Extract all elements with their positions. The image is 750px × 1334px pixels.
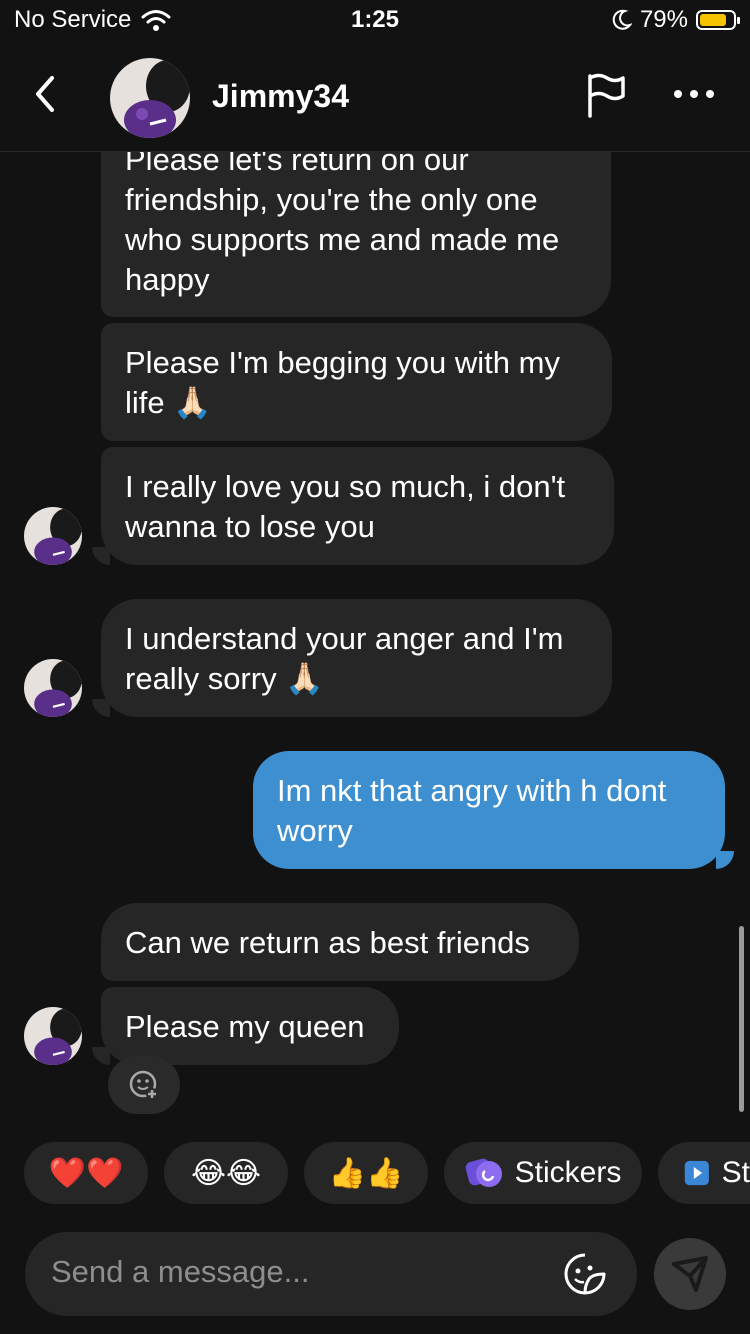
stickers-label: Stickers bbox=[514, 1156, 622, 1189]
message-bubble[interactable]: Please my queen bbox=[101, 987, 399, 1065]
sticker-icon[interactable] bbox=[563, 1252, 607, 1296]
message-text: Im nkt that angry with h dont worry bbox=[277, 773, 667, 848]
message-line: happy bbox=[125, 262, 210, 297]
quick-reaction-laugh[interactable]: 😂😂 bbox=[164, 1142, 288, 1204]
quick-action-label: St bbox=[721, 1156, 750, 1189]
sender-avatar[interactable] bbox=[24, 507, 82, 565]
stickers-button[interactable]: Stickers bbox=[444, 1142, 642, 1204]
more-options-icon[interactable] bbox=[673, 84, 715, 104]
message-text: Please my queen bbox=[125, 1009, 365, 1044]
play-icon bbox=[684, 1160, 709, 1186]
quick-reaction-label: 👍👍 bbox=[328, 1156, 404, 1190]
battery-percent: 79% bbox=[639, 6, 688, 33]
message-text: Please I'm begging you with my life 🙏🏻 bbox=[125, 345, 560, 420]
quick-reaction-label: 😂😂 bbox=[190, 1156, 262, 1190]
chat-username[interactable]: Jimmy34 bbox=[212, 78, 349, 115]
message-bubble[interactable]: Can we return as best friends bbox=[101, 903, 579, 981]
message-bubble[interactable]: I understand your anger and I'm really s… bbox=[101, 599, 612, 717]
moon-icon bbox=[612, 9, 632, 30]
bubble-tail bbox=[92, 547, 110, 565]
scrollbar[interactable] bbox=[739, 926, 744, 1112]
add-emoji-icon bbox=[129, 1070, 158, 1100]
message-bubble[interactable]: I really love you so much, i don't wanna… bbox=[101, 447, 614, 565]
quick-reaction-thumbs[interactable]: 👍👍 bbox=[304, 1142, 428, 1204]
add-reaction-button[interactable] bbox=[108, 1056, 180, 1114]
quick-reaction-label: ❤️❤️ bbox=[48, 1156, 124, 1190]
message-text: Can we return as best friends bbox=[125, 925, 530, 960]
battery-icon bbox=[696, 10, 740, 30]
message-line: friendship, you're the only one bbox=[125, 182, 538, 217]
flag-icon[interactable] bbox=[585, 72, 627, 118]
message-bubble-outgoing[interactable]: Im nkt that angry with h dont worry bbox=[253, 751, 725, 869]
quick-action-partial[interactable]: St bbox=[658, 1142, 750, 1204]
bubble-tail bbox=[92, 699, 110, 717]
bubble-tail bbox=[716, 851, 734, 869]
send-icon bbox=[672, 1256, 708, 1292]
message-bubble[interactable]: Please I'm begging you with my life 🙏🏻 bbox=[101, 323, 612, 441]
sender-avatar[interactable] bbox=[24, 659, 82, 717]
header-avatar[interactable] bbox=[110, 58, 190, 138]
send-button[interactable] bbox=[654, 1238, 726, 1310]
message-text: I understand your anger and I'm really s… bbox=[125, 621, 564, 696]
sender-avatar[interactable] bbox=[24, 1007, 82, 1065]
back-icon[interactable] bbox=[30, 74, 60, 114]
message-line: who supports me and made me bbox=[125, 222, 560, 257]
status-right: 79% bbox=[612, 6, 740, 34]
stickers-icon bbox=[465, 1158, 502, 1187]
quick-reaction-hearts[interactable]: ❤️❤️ bbox=[24, 1142, 148, 1204]
message-text: I really love you so much, i don't wanna… bbox=[125, 469, 566, 544]
message-placeholder: Send a message... bbox=[51, 1254, 310, 1289]
message-input[interactable]: Send a message... bbox=[25, 1232, 637, 1316]
status-bar: No Service 1:25 79% bbox=[0, 0, 750, 44]
